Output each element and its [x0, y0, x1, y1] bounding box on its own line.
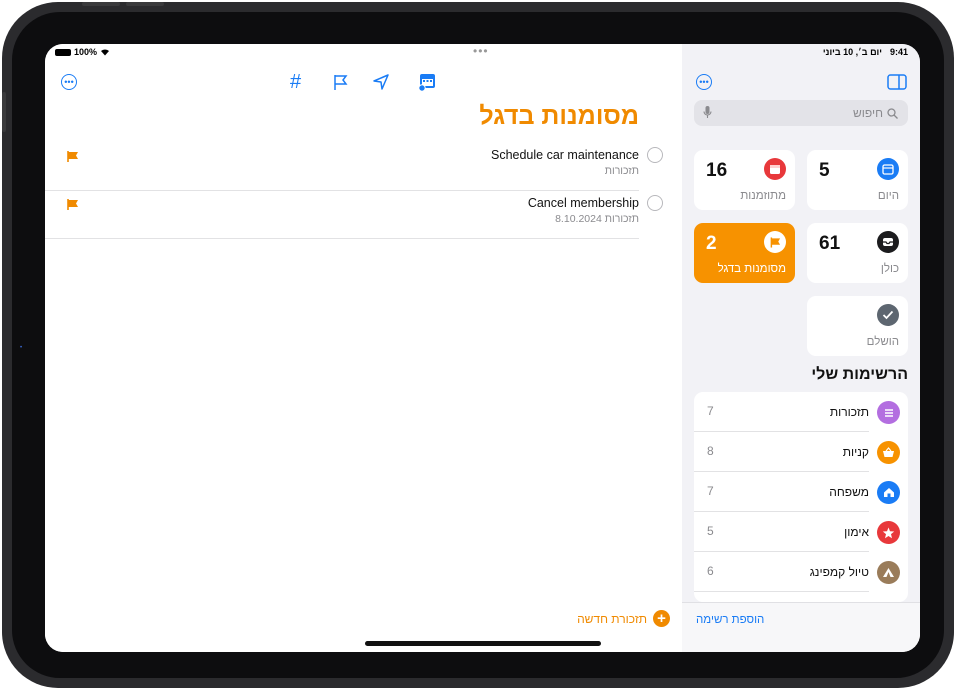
list-count: 6 — [707, 564, 714, 578]
ellipsis-circle-icon: ••• — [696, 74, 712, 90]
flag-icon[interactable] — [333, 74, 349, 96]
calendar-icon[interactable] — [417, 72, 437, 97]
ipad-frame: • 100% ••• ••• # מסומנות בדגל Schedule c… — [2, 2, 954, 688]
card-flagged[interactable]: 2 מסומנות בדגל — [694, 223, 795, 283]
card-label: מתוזמנות — [740, 190, 786, 202]
list-item[interactable]: משפחה 7 — [694, 472, 908, 512]
battery-icon — [55, 48, 71, 56]
list-name: תזכורות — [829, 405, 869, 419]
battery-percent: 100% — [74, 47, 98, 57]
sidebar-more-button[interactable]: ••• — [696, 74, 712, 90]
add-list-button[interactable]: הוספת רשימה — [696, 614, 764, 626]
card-label: כולן — [880, 263, 899, 275]
search-icon — [887, 107, 898, 119]
search-placeholder: חיפוש — [853, 106, 883, 120]
location-icon[interactable] — [373, 74, 389, 95]
search-placeholder-wrap: חיפוש — [853, 106, 898, 120]
complete-checkbox[interactable] — [647, 195, 663, 211]
more-options-button[interactable]: ••• — [61, 74, 77, 90]
reminder-subtitle: תזכורות 8.10.2024 — [555, 213, 639, 225]
sidebar-footer: הוספת רשימה — [682, 602, 920, 652]
complete-checkbox[interactable] — [647, 147, 663, 163]
checkmark-icon — [877, 304, 899, 326]
side-button — [2, 92, 6, 132]
card-count: 61 — [819, 233, 841, 254]
microphone-icon[interactable] — [703, 105, 712, 119]
list-count: 8 — [707, 444, 714, 458]
list-item[interactable]: אימון 5 — [694, 512, 908, 552]
flag-icon — [764, 231, 786, 253]
list-name: טיול קמפינג — [809, 565, 869, 579]
new-reminder-button[interactable]: + תזכורת חדשה — [577, 610, 670, 627]
lists-container: תזכורות 7 קניות 8 משפחה 7 אימון 5 טיול ק… — [694, 392, 908, 602]
volume-down-button — [126, 2, 164, 6]
card-today[interactable]: 5 היום — [807, 150, 908, 210]
card-completed[interactable]: הושלם — [807, 296, 908, 356]
reminder-title[interactable]: Schedule car maintenance — [491, 148, 639, 162]
list-count: 7 — [707, 484, 714, 498]
wifi-icon — [101, 49, 110, 56]
list-item[interactable]: קניות 8 — [694, 432, 908, 472]
star-icon — [877, 521, 900, 544]
card-count: 5 — [819, 160, 830, 181]
reminder-subtitle: תזכורות — [604, 165, 639, 177]
list-icon — [877, 401, 900, 424]
list-item[interactable]: תזכורות 7 — [694, 392, 908, 432]
card-count: 2 — [706, 233, 717, 254]
sidebar-icon — [887, 74, 907, 90]
list-count: 5 — [707, 524, 714, 538]
multitasking-dots[interactable]: ••• — [473, 44, 489, 58]
list-name: משפחה — [829, 485, 869, 499]
screen: 100% ••• ••• # מסומנות בדגל Schedule car… — [45, 44, 920, 652]
card-scheduled[interactable]: 16 מתוזמנות — [694, 150, 795, 210]
card-label: הושלם — [866, 336, 899, 348]
house-icon — [877, 481, 900, 504]
search-field[interactable]: חיפוש — [694, 100, 908, 126]
flag-icon — [67, 151, 78, 162]
status-date: יום ב׳, 10 ביוני — [822, 47, 882, 57]
page-title: מסומנות בדגל — [479, 102, 639, 130]
sidebar-toggle-button[interactable] — [887, 74, 907, 95]
reminder-title[interactable]: Cancel membership — [528, 196, 639, 210]
tag-icon[interactable]: # — [290, 71, 301, 94]
main-pane: 100% ••• ••• # מסומנות בדגל Schedule car… — [45, 44, 682, 652]
list-name: אימון — [844, 525, 869, 539]
divider — [694, 591, 869, 592]
flag-icon — [67, 199, 78, 210]
tent-icon — [877, 561, 900, 584]
card-label: מסומנות בדגל — [717, 263, 786, 275]
reminder-row[interactable]: Cancel membership תזכורות 8.10.2024 — [45, 191, 663, 239]
new-reminder-label: תזכורת חדשה — [577, 611, 647, 626]
list-count: 7 — [707, 404, 714, 418]
card-all[interactable]: 61 כולן — [807, 223, 908, 283]
volume-up-button — [82, 2, 120, 6]
tray-icon — [877, 231, 899, 253]
sidebar: 9:41 יום ב׳, 10 ביוני ••• חיפוש 5 היום 1… — [682, 44, 920, 652]
list-item[interactable]: טיול קמפינג 6 — [694, 552, 908, 592]
ellipsis-circle-icon: ••• — [61, 74, 77, 90]
home-indicator[interactable] — [365, 641, 601, 646]
my-lists-header: הרשימות שלי — [811, 366, 908, 383]
calendar-scheduled-icon — [764, 158, 786, 180]
status-right: 9:41 יום ב׳, 10 ביוני — [823, 47, 908, 57]
status-left: 100% — [55, 47, 110, 57]
card-label: היום — [877, 190, 899, 202]
basket-icon — [877, 441, 900, 464]
camera-dot: • — [20, 345, 23, 351]
plus-circle-icon: + — [653, 610, 670, 627]
calendar-today-icon — [877, 158, 899, 180]
list-name: קניות — [842, 445, 869, 459]
status-time: 9:41 — [889, 47, 908, 57]
reminder-row[interactable]: Schedule car maintenance תזכורות — [45, 143, 663, 191]
card-count: 16 — [706, 160, 728, 181]
